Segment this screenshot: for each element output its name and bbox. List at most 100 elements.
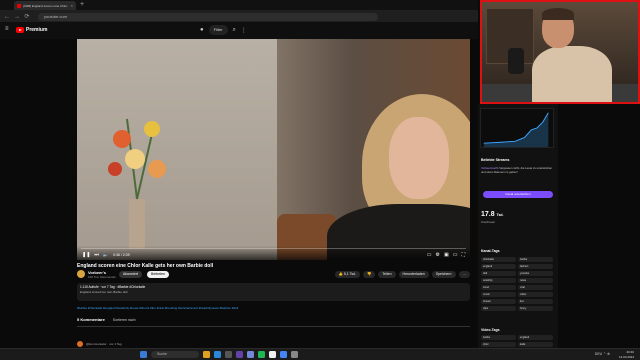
url-bar: ← → ⟳ youtube.com <box>0 11 478 22</box>
commenter-avatar[interactable] <box>77 341 83 347</box>
dislike-button[interactable]: 👎 <box>363 271 376 278</box>
tag-chip[interactable]: england <box>481 264 516 269</box>
header-center: ● Filter ⌕ ⋮ <box>200 25 247 35</box>
trending-heading: Beliebte Streams <box>481 158 510 162</box>
tag-chip[interactable]: funny <box>518 306 553 311</box>
search-icon[interactable]: ⌕ <box>233 27 236 34</box>
more-icon[interactable]: ⋮ <box>241 27 247 34</box>
tag-chip[interactable]: doll <box>481 271 516 276</box>
comment-input-line[interactable] <box>77 326 470 327</box>
time-display: 0:36 / 2:39 <box>113 253 130 257</box>
video-tags-heading: Video-Tags <box>481 328 500 332</box>
tag-chip[interactable]: kalle <box>518 342 553 347</box>
tag-chip[interactable]: video <box>518 292 553 297</box>
youtube-favicon-icon <box>17 3 21 8</box>
webcam-overlay <box>480 0 640 104</box>
reload-icon[interactable]: ⟳ <box>24 13 30 20</box>
tag-chip[interactable]: stream <box>481 299 516 304</box>
tag-chip[interactable]: news <box>518 278 553 283</box>
support-channel-button[interactable]: Kanal unterstützen <box>483 191 553 198</box>
close-tab-icon[interactable]: × <box>71 3 73 8</box>
edge-icon[interactable] <box>214 351 221 358</box>
microphone-image <box>508 48 524 74</box>
taskbar: Suche DEU ⌃ ⊕ 20:40 12.03.2024 <box>0 348 640 360</box>
share-button[interactable]: Teilen <box>378 271 396 278</box>
microphone-icon[interactable]: ● <box>200 27 204 33</box>
channel-tags-heading: Kanal-Tags <box>481 249 500 253</box>
youtube-play-icon <box>16 27 24 33</box>
sort-button[interactable]: Sortieren nach <box>113 318 136 322</box>
next-icon[interactable]: ⏭ <box>94 252 99 258</box>
progress-bar[interactable] <box>81 248 466 249</box>
tag-chip[interactable]: music <box>481 292 516 297</box>
chat-message: Vorbeermacht Vergessen nicht, die Leute … <box>481 166 555 174</box>
volume-icon[interactable]: 🔈 <box>103 252 109 258</box>
video-player[interactable]: ❚❚ ⏭ 🔈 0:36 / 2:39 ▭ ⚙ ▣ ▭ ⛶ <box>77 39 470 260</box>
tag-chip[interactable]: fashion <box>518 264 553 269</box>
video-title: England scoren eine Chlor Kalle gets her… <box>77 263 214 269</box>
pause-icon[interactable]: ❚❚ <box>82 252 90 258</box>
channel-avatar[interactable] <box>77 270 85 278</box>
browser-chrome: [ÜRB] England scoren eine Chlor... × + ←… <box>0 0 478 22</box>
theater-icon[interactable]: ▭ <box>453 252 458 258</box>
clock-date: 12.03.2024 <box>618 354 634 359</box>
tag-chip[interactable]: live <box>518 299 553 304</box>
commenter-name[interactable]: @kommentator · vor 1 Tag <box>86 342 122 346</box>
player-controls: ❚❚ ⏭ 🔈 0:36 / 2:39 ▭ ⚙ ▣ ▭ ⛶ <box>77 246 470 260</box>
fullscreen-icon[interactable]: ⛶ <box>461 252 465 258</box>
miniplayer-icon[interactable]: ▣ <box>444 252 449 258</box>
tag-chip[interactable]: chlorkalle <box>481 257 516 262</box>
file-explorer-icon[interactable] <box>203 351 210 358</box>
streamer-body <box>532 46 612 102</box>
twitch-icon[interactable] <box>236 351 243 358</box>
app-icon[interactable] <box>225 351 232 358</box>
video-actions: 👍 5,1 Tsd. 👎 Teilen Herunterladen Speich… <box>334 271 470 278</box>
subtitles-icon[interactable]: ▭ <box>427 252 432 258</box>
tag-chip[interactable]: trend <box>481 285 516 290</box>
hamburger-menu-icon[interactable]: ≡ <box>5 26 9 32</box>
download-button[interactable]: Herunterladen <box>398 271 429 278</box>
discord-icon[interactable] <box>247 351 254 358</box>
taskbar-clock[interactable]: 20:40 12.03.2024 <box>619 350 634 359</box>
logo-text: Premium <box>26 27 48 33</box>
tag-chip[interactable]: chlor <box>481 342 516 347</box>
description-box[interactable]: 1.115 Aufrufe · vor 7 Tag · #Barbie #Chl… <box>77 283 470 301</box>
tag-chip[interactable]: celebrity <box>481 278 516 283</box>
viewer-unit: Tsd. <box>496 213 504 217</box>
browser-tab[interactable]: [ÜRB] England scoren eine Chlor... × <box>14 1 76 10</box>
save-button[interactable]: Speichern <box>431 271 456 278</box>
settings-app-icon[interactable] <box>291 351 298 358</box>
tab-bar: [ÜRB] England scoren eine Chlor... × + <box>0 0 478 10</box>
like-button[interactable]: 👍 5,1 Tsd. <box>334 271 361 278</box>
more-actions-button[interactable]: … <box>458 271 470 278</box>
tag-chip[interactable]: barbie <box>481 335 516 340</box>
taskbar-search[interactable]: Suche <box>151 351 199 358</box>
forward-icon[interactable]: → <box>14 14 20 20</box>
spotify-icon[interactable] <box>258 351 265 358</box>
viewer-graph <box>480 108 554 148</box>
tag-chip[interactable]: clips <box>481 306 516 311</box>
settings-icon[interactable]: ⚙ <box>436 252 440 258</box>
tag-chip[interactable]: england <box>518 335 553 340</box>
subscribed-button[interactable]: Abonniert <box>119 271 142 278</box>
youtube-header: ≡ Premium ● Filter ⌕ ⋮ <box>0 22 478 39</box>
system-tray[interactable]: DEU ⌃ ⊕ <box>595 352 610 356</box>
start-icon[interactable] <box>140 351 147 358</box>
address-field[interactable]: youtube.com <box>38 12 378 21</box>
youtube-logo[interactable]: Premium <box>16 27 47 33</box>
hashtag-line[interactable]: #barbie #chlorkalle #england #celebrity … <box>77 306 470 310</box>
obs-icon[interactable] <box>269 351 276 358</box>
tag-chip[interactable]: youtube <box>518 271 553 276</box>
comment-item: @kommentator · vor 1 Tag <box>77 341 122 347</box>
taskbar-apps: Suche <box>140 351 298 358</box>
channel-row: Vorbeer's 106 Tsd. Abonnenten Abonniert … <box>77 270 470 280</box>
back-icon[interactable]: ← <box>4 14 10 20</box>
streamer-hair <box>542 8 574 20</box>
tag-chip[interactable]: barbie <box>518 257 553 262</box>
tag-chip[interactable]: viral <box>518 285 553 290</box>
join-button[interactable]: Beitreten <box>147 271 170 278</box>
comment-count: 5 Kommentare <box>77 317 105 322</box>
chrome-icon[interactable] <box>280 351 287 358</box>
filter-button[interactable]: Filter <box>208 25 228 35</box>
new-tab-button[interactable]: + <box>80 1 84 9</box>
